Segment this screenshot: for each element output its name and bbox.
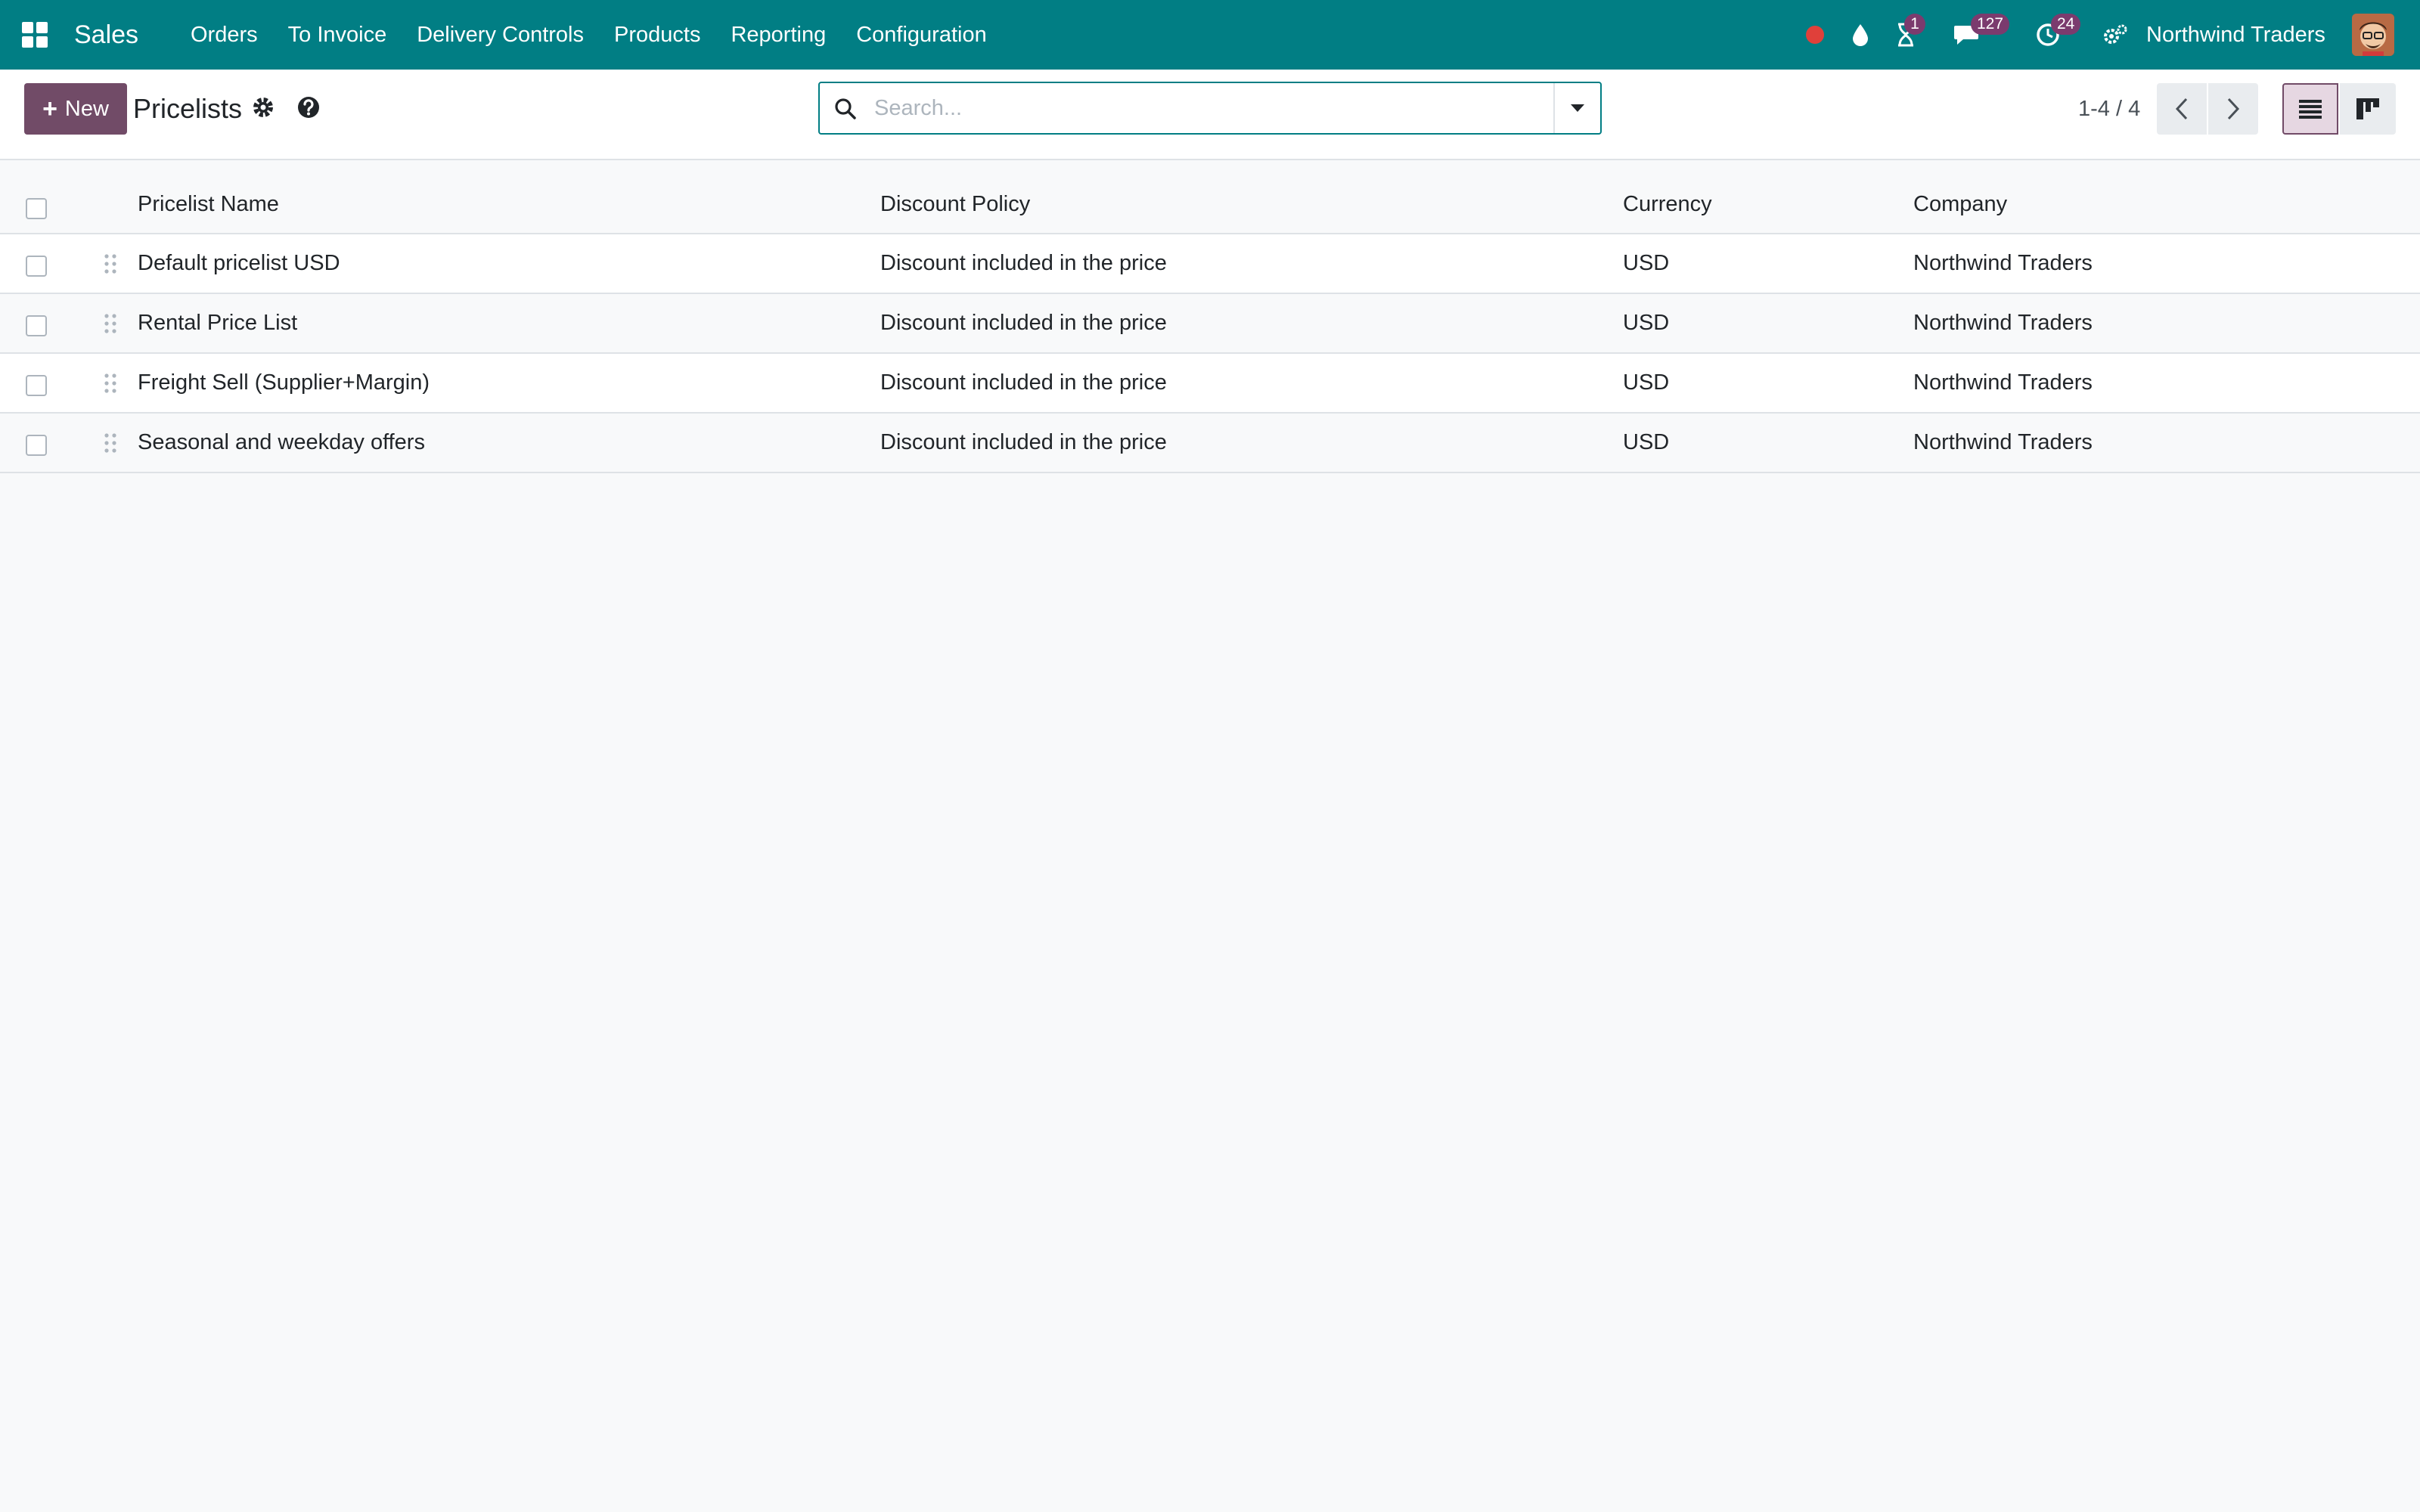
menu-item-orders[interactable]: Orders bbox=[175, 0, 273, 70]
page-title: Pricelists bbox=[133, 93, 243, 124]
row-checkbox[interactable] bbox=[26, 375, 47, 396]
column-header-discount-policy[interactable]: Discount Policy bbox=[880, 160, 1030, 233]
main-menu: Orders To Invoice Delivery Controls Prod… bbox=[175, 0, 1002, 70]
chevron-left-icon bbox=[2175, 98, 2188, 120]
cell-pricelist-name: Freight Sell (Supplier+Margin) bbox=[138, 370, 430, 395]
table-row[interactable]: Freight Sell (Supplier+Margin) Discount … bbox=[0, 354, 2420, 414]
row-checkbox[interactable] bbox=[26, 315, 47, 336]
cell-discount-policy: Discount included in the price bbox=[880, 430, 1167, 454]
column-header-company[interactable]: Company bbox=[1913, 160, 2007, 233]
cell-discount-policy: Discount included in the price bbox=[880, 251, 1167, 275]
select-all-checkbox[interactable] bbox=[26, 198, 47, 219]
cell-currency: USD bbox=[1623, 430, 1670, 454]
top-navbar: Sales Orders To Invoice Delivery Control… bbox=[0, 0, 2420, 70]
column-header-name[interactable]: Pricelist Name bbox=[138, 160, 279, 233]
list-view-button[interactable] bbox=[2282, 83, 2338, 135]
apps-grid-icon[interactable] bbox=[21, 21, 48, 48]
drag-handle-icon[interactable] bbox=[103, 253, 118, 275]
cell-company: Northwind Traders bbox=[1913, 430, 2093, 454]
settings-icon[interactable] bbox=[2099, 0, 2131, 70]
activities-badge: 1 bbox=[1904, 14, 1925, 35]
menu-item-to-invoice[interactable]: To Invoice bbox=[273, 0, 402, 70]
kanban-view-button[interactable] bbox=[2340, 83, 2396, 135]
app-name[interactable]: Sales bbox=[74, 0, 138, 70]
clock-badge: 24 bbox=[2051, 14, 2081, 35]
pager-previous-button[interactable] bbox=[2157, 83, 2207, 135]
drag-handle-icon[interactable] bbox=[103, 432, 118, 454]
cell-discount-policy: Discount included in the price bbox=[880, 311, 1167, 335]
drag-handle-icon[interactable] bbox=[103, 312, 118, 335]
menu-item-configuration[interactable]: Configuration bbox=[841, 0, 1002, 70]
menu-item-delivery-controls[interactable]: Delivery Controls bbox=[402, 0, 599, 70]
cell-pricelist-name: Rental Price List bbox=[138, 311, 298, 335]
plus-icon: + bbox=[42, 94, 57, 123]
new-button-label: New bbox=[64, 96, 109, 121]
chat-icon[interactable] bbox=[1950, 0, 1983, 70]
table-row[interactable]: Default pricelist USD Discount included … bbox=[0, 234, 2420, 294]
cell-company: Northwind Traders bbox=[1913, 370, 2093, 395]
column-header-currency[interactable]: Currency bbox=[1623, 160, 1712, 233]
control-panel: + New Pricelists 1-4 / 4 bbox=[0, 70, 2420, 160]
row-checkbox[interactable] bbox=[26, 256, 47, 277]
cog-icon[interactable] bbox=[250, 94, 277, 121]
table-row[interactable]: Rental Price List Discount included in t… bbox=[0, 294, 2420, 354]
pricelist-table: Pricelist Name Discount Policy Currency … bbox=[0, 160, 2420, 473]
search-box bbox=[818, 82, 1602, 135]
list-view-icon bbox=[2299, 100, 2322, 119]
cell-company: Northwind Traders bbox=[1913, 251, 2093, 275]
cell-currency: USD bbox=[1623, 311, 1670, 335]
table-header: Pricelist Name Discount Policy Currency … bbox=[0, 160, 2420, 234]
pager-value[interactable]: 1-4 / 4 bbox=[2078, 83, 2140, 135]
menu-item-reporting[interactable]: Reporting bbox=[715, 0, 841, 70]
menu-item-products[interactable]: Products bbox=[599, 0, 715, 70]
row-checkbox[interactable] bbox=[26, 435, 47, 456]
drop-icon[interactable] bbox=[1845, 0, 1876, 70]
cell-company: Northwind Traders bbox=[1913, 311, 2093, 335]
pager-next-button[interactable] bbox=[2208, 83, 2258, 135]
cell-pricelist-name: Seasonal and weekday offers bbox=[138, 430, 425, 454]
cell-currency: USD bbox=[1623, 251, 1670, 275]
chevron-right-icon bbox=[2227, 98, 2240, 120]
search-icon bbox=[833, 97, 858, 121]
search-input[interactable] bbox=[874, 89, 1540, 127]
cell-pricelist-name: Default pricelist USD bbox=[138, 251, 340, 275]
user-avatar[interactable] bbox=[2352, 14, 2394, 56]
hourglass-icon[interactable] bbox=[1889, 0, 1922, 70]
search-options-toggle[interactable] bbox=[1553, 83, 1600, 133]
record-icon[interactable] bbox=[1800, 0, 1830, 70]
table-row[interactable]: Seasonal and weekday offers Discount inc… bbox=[0, 414, 2420, 473]
cell-currency: USD bbox=[1623, 370, 1670, 395]
cell-discount-policy: Discount included in the price bbox=[880, 370, 1167, 395]
company-switcher[interactable]: Northwind Traders bbox=[2146, 0, 2325, 70]
help-icon[interactable] bbox=[295, 94, 322, 121]
new-button[interactable]: + New bbox=[24, 83, 127, 135]
kanban-view-icon bbox=[2356, 98, 2379, 119]
messages-badge: 127 bbox=[1971, 14, 2010, 35]
clock-icon[interactable] bbox=[2031, 0, 2065, 70]
drag-handle-icon[interactable] bbox=[103, 372, 118, 395]
caret-down-icon bbox=[1571, 104, 1584, 112]
